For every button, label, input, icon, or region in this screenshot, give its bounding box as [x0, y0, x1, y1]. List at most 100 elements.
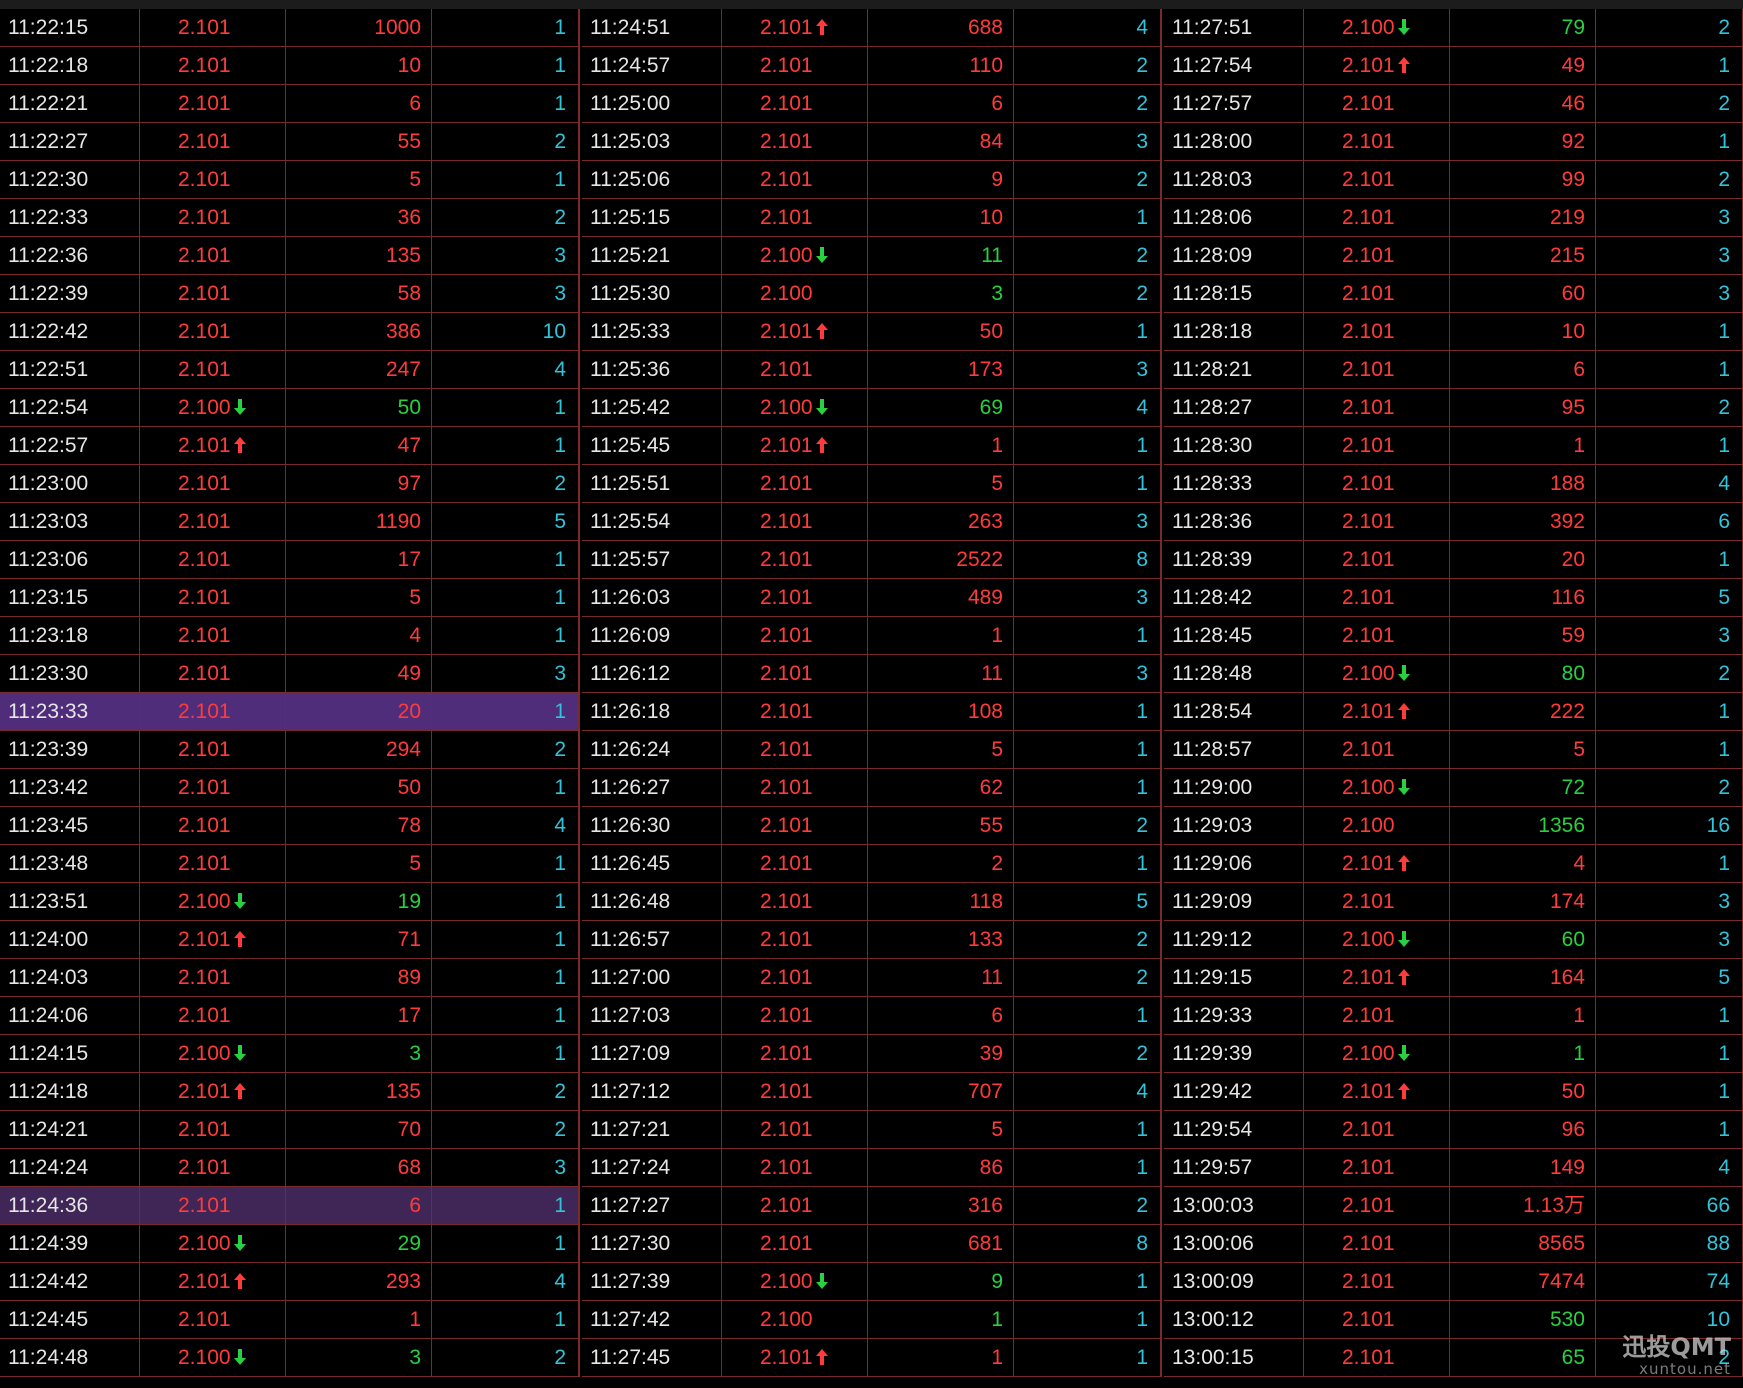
trade-row[interactable]: 11:25:03 2.101 84 3 — [582, 123, 1162, 161]
trade-row[interactable]: 11:28:09 2.101 215 3 — [1164, 237, 1743, 275]
trade-row[interactable]: 11:23:48 2.101 5 1 — [0, 845, 580, 883]
trade-row[interactable]: 11:29:57 2.101 149 4 — [1164, 1149, 1743, 1187]
trade-row[interactable]: 11:23:51 2.100 19 1 — [0, 883, 580, 921]
trade-row[interactable]: 11:27:24 2.101 86 1 — [582, 1149, 1162, 1187]
trade-row[interactable]: 11:27:57 2.101 46 2 — [1164, 85, 1743, 123]
trade-row[interactable]: 11:24:36 2.101 6 1 — [0, 1187, 580, 1225]
trade-row[interactable]: 11:26:03 2.101 489 3 — [582, 579, 1162, 617]
trade-row[interactable]: 11:25:45 2.101 1 1 — [582, 427, 1162, 465]
trade-row[interactable]: 11:23:42 2.101 50 1 — [0, 769, 580, 807]
trade-row[interactable]: 11:22:21 2.101 6 1 — [0, 85, 580, 123]
trade-row[interactable]: 11:27:42 2.100 1 1 — [582, 1301, 1162, 1339]
trade-row[interactable]: 11:23:33 2.101 20 1 — [0, 693, 580, 731]
trade-row[interactable]: 11:22:39 2.101 58 3 — [0, 275, 580, 313]
trade-row[interactable]: 11:22:30 2.101 5 1 — [0, 161, 580, 199]
trade-row[interactable]: 11:25:42 2.100 69 4 — [582, 389, 1162, 427]
trade-row[interactable]: 11:26:12 2.101 11 3 — [582, 655, 1162, 693]
trade-row[interactable]: 11:29:00 2.100 72 2 — [1164, 769, 1743, 807]
trade-row[interactable]: 11:27:27 2.101 316 2 — [582, 1187, 1162, 1225]
trade-row[interactable]: 11:27:45 2.101 1 1 — [582, 1339, 1162, 1377]
trade-row[interactable]: 11:27:39 2.100 9 1 — [582, 1263, 1162, 1301]
trade-row[interactable]: 11:24:51 2.101 688 4 — [582, 9, 1162, 47]
trade-row[interactable]: 11:28:30 2.101 1 1 — [1164, 427, 1743, 465]
trade-row[interactable]: 11:28:57 2.101 5 1 — [1164, 731, 1743, 769]
trade-row[interactable]: 11:24:06 2.101 17 1 — [0, 997, 580, 1035]
trade-row[interactable]: 11:22:15 2.101 1000 1 — [0, 9, 580, 47]
trade-row[interactable]: 11:23:06 2.101 17 1 — [0, 541, 580, 579]
trade-row[interactable]: 11:26:48 2.101 118 5 — [582, 883, 1162, 921]
trade-row[interactable]: 11:28:45 2.101 59 3 — [1164, 617, 1743, 655]
trade-row[interactable]: 11:29:54 2.101 96 1 — [1164, 1111, 1743, 1149]
trade-row[interactable]: 11:24:57 2.101 110 2 — [582, 47, 1162, 85]
trade-row[interactable]: 11:25:36 2.101 173 3 — [582, 351, 1162, 389]
trade-row[interactable]: 11:24:03 2.101 89 1 — [0, 959, 580, 997]
trade-row[interactable]: 11:22:57 2.101 47 1 — [0, 427, 580, 465]
trade-row[interactable]: 11:26:09 2.101 1 1 — [582, 617, 1162, 655]
trade-row[interactable]: 11:23:15 2.101 5 1 — [0, 579, 580, 617]
trade-row[interactable]: 11:29:33 2.101 1 1 — [1164, 997, 1743, 1035]
trade-row[interactable]: 11:26:18 2.101 108 1 — [582, 693, 1162, 731]
trade-row[interactable]: 11:27:21 2.101 5 1 — [582, 1111, 1162, 1149]
trade-row[interactable]: 11:28:21 2.101 6 1 — [1164, 351, 1743, 389]
trade-row[interactable]: 11:23:00 2.101 97 2 — [0, 465, 580, 503]
trade-row[interactable]: 11:26:57 2.101 133 2 — [582, 921, 1162, 959]
trade-row[interactable]: 11:28:03 2.101 99 2 — [1164, 161, 1743, 199]
trade-row[interactable]: 11:23:18 2.101 4 1 — [0, 617, 580, 655]
trade-row[interactable]: 11:26:30 2.101 55 2 — [582, 807, 1162, 845]
trade-row[interactable]: 11:24:42 2.101 293 4 — [0, 1263, 580, 1301]
trade-row[interactable]: 11:24:24 2.101 68 3 — [0, 1149, 580, 1187]
trade-row[interactable]: 11:24:21 2.101 70 2 — [0, 1111, 580, 1149]
trade-row[interactable]: 11:25:15 2.101 10 1 — [582, 199, 1162, 237]
trade-row[interactable]: 11:24:39 2.100 29 1 — [0, 1225, 580, 1263]
trade-row[interactable]: 11:23:45 2.101 78 4 — [0, 807, 580, 845]
trade-row[interactable]: 11:26:24 2.101 5 1 — [582, 731, 1162, 769]
trade-row[interactable]: 11:29:06 2.101 4 1 — [1164, 845, 1743, 883]
trade-row[interactable]: 11:27:54 2.101 49 1 — [1164, 47, 1743, 85]
trade-row[interactable]: 11:27:03 2.101 6 1 — [582, 997, 1162, 1035]
trade-row[interactable]: 11:27:30 2.101 681 8 — [582, 1225, 1162, 1263]
trade-row[interactable]: 11:22:42 2.101 386 10 — [0, 313, 580, 351]
trade-row[interactable]: 11:29:12 2.100 60 3 — [1164, 921, 1743, 959]
trade-row[interactable]: 11:22:33 2.101 36 2 — [0, 199, 580, 237]
trade-row[interactable]: 13:00:06 2.101 8565 88 — [1164, 1225, 1743, 1263]
trade-row[interactable]: 11:29:15 2.101 164 5 — [1164, 959, 1743, 997]
trade-row[interactable]: 11:25:21 2.100 11 2 — [582, 237, 1162, 275]
trade-row[interactable]: 11:28:36 2.101 392 6 — [1164, 503, 1743, 541]
trade-row[interactable]: 11:28:33 2.101 188 4 — [1164, 465, 1743, 503]
trade-row[interactable]: 11:27:00 2.101 11 2 — [582, 959, 1162, 997]
trade-row[interactable]: 11:28:48 2.100 80 2 — [1164, 655, 1743, 693]
trade-row[interactable]: 11:24:48 2.100 3 2 — [0, 1339, 580, 1377]
trade-row[interactable]: 11:22:51 2.101 247 4 — [0, 351, 580, 389]
trade-row[interactable]: 11:25:51 2.101 5 1 — [582, 465, 1162, 503]
trade-row[interactable]: 11:22:54 2.100 50 1 — [0, 389, 580, 427]
trade-row[interactable]: 11:28:27 2.101 95 2 — [1164, 389, 1743, 427]
trade-row[interactable]: 11:26:45 2.101 2 1 — [582, 845, 1162, 883]
trade-row[interactable]: 11:22:27 2.101 55 2 — [0, 123, 580, 161]
trade-row[interactable]: 11:28:42 2.101 116 5 — [1164, 579, 1743, 617]
trade-row[interactable]: 11:25:06 2.101 9 2 — [582, 161, 1162, 199]
trade-row[interactable]: 11:25:33 2.101 50 1 — [582, 313, 1162, 351]
trade-row[interactable]: 11:28:00 2.101 92 1 — [1164, 123, 1743, 161]
trade-row[interactable]: 13:00:03 2.101 1.13万 66 — [1164, 1187, 1743, 1225]
trade-row[interactable]: 11:24:15 2.100 3 1 — [0, 1035, 580, 1073]
trade-row[interactable]: 11:23:03 2.101 1190 5 — [0, 503, 580, 541]
trade-row[interactable]: 11:24:00 2.101 71 1 — [0, 921, 580, 959]
trade-row[interactable]: 13:00:09 2.101 7474 74 — [1164, 1263, 1743, 1301]
trade-row[interactable]: 11:23:30 2.101 49 3 — [0, 655, 580, 693]
trade-row[interactable]: 11:28:54 2.101 222 1 — [1164, 693, 1743, 731]
trade-row[interactable]: 11:29:09 2.101 174 3 — [1164, 883, 1743, 921]
trade-row[interactable]: 11:24:45 2.101 1 1 — [0, 1301, 580, 1339]
trade-row[interactable]: 11:26:27 2.101 62 1 — [582, 769, 1162, 807]
trade-row[interactable]: 11:28:18 2.101 10 1 — [1164, 313, 1743, 351]
trade-row[interactable]: 11:29:42 2.101 50 1 — [1164, 1073, 1743, 1111]
trade-row[interactable]: 11:28:15 2.101 60 3 — [1164, 275, 1743, 313]
trade-row[interactable]: 11:24:18 2.101 135 2 — [0, 1073, 580, 1111]
trade-row[interactable]: 11:25:57 2.101 2522 8 — [582, 541, 1162, 579]
trade-row[interactable]: 11:22:36 2.101 135 3 — [0, 237, 580, 275]
trade-row[interactable]: 11:27:09 2.101 39 2 — [582, 1035, 1162, 1073]
trade-row[interactable]: 11:29:39 2.100 1 1 — [1164, 1035, 1743, 1073]
trade-row[interactable]: 11:25:00 2.101 6 2 — [582, 85, 1162, 123]
trade-row[interactable]: 11:28:06 2.101 219 3 — [1164, 199, 1743, 237]
trade-row[interactable]: 11:23:39 2.101 294 2 — [0, 731, 580, 769]
trade-row[interactable]: 11:28:39 2.101 20 1 — [1164, 541, 1743, 579]
